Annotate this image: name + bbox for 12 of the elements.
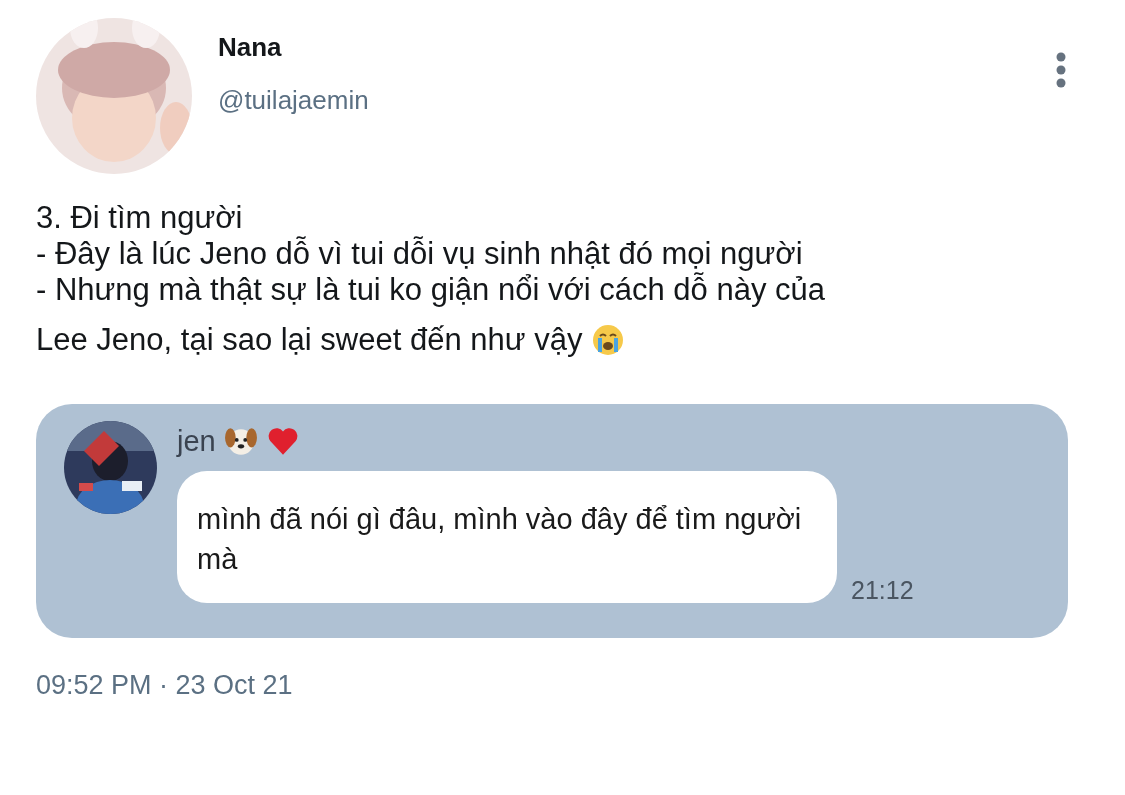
author-name: Nana xyxy=(218,32,283,63)
more-icon[interactable] xyxy=(1055,52,1067,88)
author-handle: @tuilajaemin xyxy=(218,85,370,116)
tweet-text: - Nhưng mà thật sự là tui ko giận nổi với cách dỗ này của xyxy=(36,272,827,308)
message-text: mình đã nói gì đâu, mình vào đây để tìm người mà xyxy=(197,503,802,575)
sender-name: jen xyxy=(177,424,216,458)
tweet-text: 3. Đi tìm người xyxy=(36,200,244,236)
tweet-timestamp: 09:52 PM · 23 Oct 21 xyxy=(36,670,294,701)
tweet-text: - Đây là lúc Jeno dỗ vì tui dỗi vụ sinh nhật đó mọi người xyxy=(36,236,804,272)
tweet-text: Lee Jeno, tại sao lại sweet đến như vậy xyxy=(36,322,583,358)
crying-face-icon xyxy=(592,324,625,356)
message-time: 21:12 xyxy=(851,576,914,605)
